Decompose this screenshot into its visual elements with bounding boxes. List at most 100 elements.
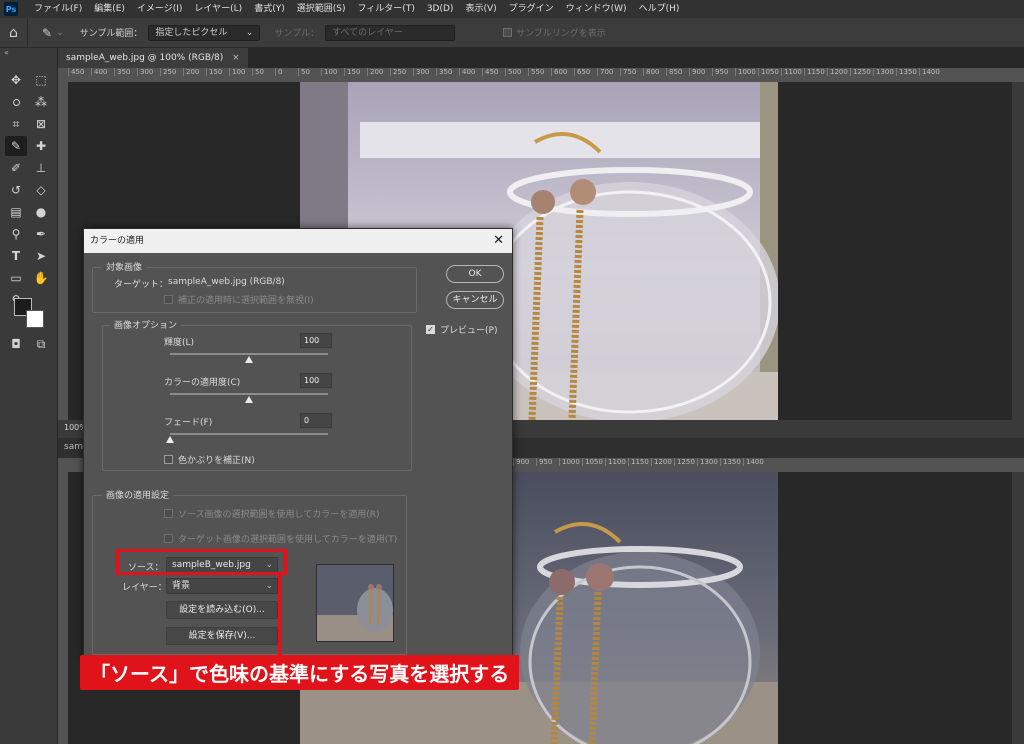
preview-label: プレビュー(P): [440, 326, 498, 336]
eraser-tool-icon[interactable]: ◇: [30, 180, 52, 200]
crop-tool-icon[interactable]: ⌗: [5, 114, 27, 134]
neutralize-checkbox[interactable]: [164, 455, 173, 464]
image-options-group: [102, 325, 412, 471]
destination-image-title: 対象画像: [102, 260, 147, 273]
frame-tool-icon[interactable]: ⊠: [30, 114, 52, 134]
destination-image-group: [92, 267, 417, 313]
path-selection-tool-icon[interactable]: ➤: [30, 246, 52, 266]
match-color-dialog: カラーの適用 ✕ 対象画像 ターゲット： sampleA_web.jpg (RG…: [83, 228, 513, 658]
stamp-tool-icon[interactable]: ⊥: [30, 158, 52, 178]
ignore-selection-label: 補正の適用時に選択範囲を無視(I): [178, 296, 314, 306]
menu-type[interactable]: 書式(Y): [248, 0, 291, 18]
healing-brush-tool-icon[interactable]: ✚: [30, 136, 52, 156]
menu-help[interactable]: ヘルプ(H): [633, 0, 686, 18]
close-icon[interactable]: ✕: [493, 229, 504, 253]
history-brush-tool-icon[interactable]: ↺: [5, 180, 27, 200]
vertical-scrollbar[interactable]: [1012, 472, 1024, 744]
source-thumbnail: [316, 564, 394, 642]
image-statistics-title: 画像の適用設定: [102, 488, 174, 501]
fade-slider[interactable]: [170, 433, 328, 435]
save-statistics-button[interactable]: 設定を保存(V)...: [166, 627, 278, 645]
sample-select[interactable]: すべてのレイヤー: [325, 24, 456, 41]
blur-tool-icon[interactable]: ●: [30, 202, 52, 222]
target-value: sampleA_web.jpg (RGB/8): [168, 277, 285, 287]
use-target-selection-label: ターゲット画像の選択範囲を使用してカラーを適用(T): [178, 535, 398, 545]
menu-edit[interactable]: 編集(E): [88, 0, 131, 18]
neutralize-label: 色かぶりを補正(N): [178, 456, 255, 466]
color-intensity-label: カラーの適用度(C): [164, 378, 241, 388]
tools-panel: « ✥ ⬚ ഠ ⁂ ⌗ ⊠ ✎ ✚ ✐ ⊥ ↺ ◇ ▤ ● ⚲ ✒ T ➤ ▭ …: [0, 48, 58, 744]
layer-select[interactable]: 背景 ⌄: [166, 578, 278, 594]
luminance-input[interactable]: 100: [300, 333, 332, 348]
vertical-ruler: [58, 82, 68, 420]
type-tool-icon[interactable]: T: [5, 246, 27, 266]
luminance-label: 輝度(L): [164, 338, 195, 348]
sample-label: サンプル：: [274, 29, 320, 39]
marquee-tool-icon[interactable]: ⬚: [30, 70, 52, 90]
menu-file[interactable]: ファイル(F): [28, 0, 88, 18]
color-intensity-slider[interactable]: [170, 393, 328, 395]
show-sampling-ring-checkbox[interactable]: [503, 28, 513, 37]
menu-filter[interactable]: フィルター(T): [351, 0, 420, 18]
document-tab[interactable]: sampleA_web.jpg @ 100% (RGB/8) ×: [58, 48, 248, 68]
ignore-selection-checkbox[interactable]: [164, 295, 173, 304]
photoshop-logo-icon: Ps: [4, 2, 18, 16]
target-label: ターゲット：: [114, 280, 169, 290]
rectangle-tool-icon[interactable]: ▭: [5, 268, 27, 288]
fade-slider-thumb[interactable]: [166, 436, 174, 443]
menu-plugins[interactable]: プラグイン: [503, 0, 560, 18]
menu-window[interactable]: ウィンドウ(W): [560, 0, 633, 18]
second-document-tab[interactable]: sam: [64, 442, 83, 452]
screen-mode-icon[interactable]: ⧉: [30, 334, 52, 354]
brush-tool-icon[interactable]: ✐: [5, 158, 27, 178]
second-vertical-ruler: [58, 472, 68, 744]
menu-bar: Ps ファイル(F) 編集(E) イメージ(I) レイヤー(L) 書式(Y) 選…: [0, 0, 1024, 18]
hand-tool-icon[interactable]: ✋: [30, 268, 52, 288]
callout-connector-line: [278, 575, 282, 657]
background-color-swatch[interactable]: [26, 310, 44, 328]
dodge-tool-icon[interactable]: ⚲: [5, 224, 27, 244]
use-source-selection-checkbox[interactable]: [164, 509, 173, 518]
pen-tool-icon[interactable]: ✒: [30, 224, 52, 244]
show-sampling-ring-label: サンプルリングを表示: [516, 29, 606, 39]
image-options-title: 画像オプション: [110, 318, 182, 331]
luminance-slider-thumb[interactable]: [245, 356, 253, 363]
lasso-tool-icon[interactable]: ഠ: [5, 92, 27, 112]
color-intensity-slider-thumb[interactable]: [245, 396, 253, 403]
sample-size-select[interactable]: 指定したピクセル ⌄: [148, 24, 261, 41]
preview-checkbox[interactable]: ✓: [426, 325, 435, 334]
home-icon[interactable]: ⌂: [0, 17, 28, 48]
fade-input[interactable]: 0: [300, 413, 332, 428]
color-intensity-input[interactable]: 100: [300, 373, 332, 388]
use-target-selection-checkbox[interactable]: [164, 534, 173, 543]
eyedropper-tool-icon[interactable]: ✎: [5, 136, 27, 156]
options-bar: ⌂ ✎ ⌄ サンプル範囲： 指定したピクセル ⌄ サンプル： すべてのレイヤー …: [0, 17, 1024, 48]
gradient-tool-icon[interactable]: ▤: [5, 202, 27, 222]
menu-select[interactable]: 選択範囲(S): [291, 0, 352, 18]
fade-label: フェード(F): [164, 418, 213, 428]
move-tool-icon[interactable]: ✥: [5, 70, 27, 90]
quick-mask-icon[interactable]: ◘: [5, 334, 27, 354]
source-highlight-box: [116, 549, 287, 575]
chevron-down-icon: ⌄: [245, 27, 254, 38]
magic-wand-tool-icon[interactable]: ⁂: [30, 92, 52, 112]
dialog-title: カラーの適用: [90, 236, 145, 246]
tab-close-icon[interactable]: ×: [232, 53, 240, 63]
preset-chevron-icon[interactable]: ⌄: [56, 28, 64, 38]
horizontal-ruler: 450 400 350 300 250 200 150 100 50 0 50 100 150 200 25…: [58, 68, 1024, 82]
dialog-title-bar: カラーの適用 ✕: [84, 229, 512, 253]
collapse-icon[interactable]: «: [4, 48, 9, 57]
luminance-slider[interactable]: [170, 353, 328, 355]
menu-3d[interactable]: 3D(D): [421, 0, 460, 18]
menu-view[interactable]: 表示(V): [459, 0, 502, 18]
load-statistics-button[interactable]: 設定を読み込む(O)...: [166, 601, 278, 619]
menu-image[interactable]: イメージ(I): [131, 0, 189, 18]
layer-label: レイヤー：: [122, 583, 167, 593]
eyedropper-preset-icon[interactable]: ✎: [42, 26, 52, 40]
cancel-button[interactable]: キャンセル: [446, 291, 504, 309]
annotation-caption: 「ソース」で色味の基準にする写真を選択する: [80, 655, 520, 690]
ok-button[interactable]: OK: [446, 265, 504, 283]
vertical-scrollbar-top[interactable]: [1012, 82, 1024, 420]
menu-layer[interactable]: レイヤー(L): [188, 0, 248, 18]
chevron-down-icon: ⌄: [265, 581, 273, 591]
